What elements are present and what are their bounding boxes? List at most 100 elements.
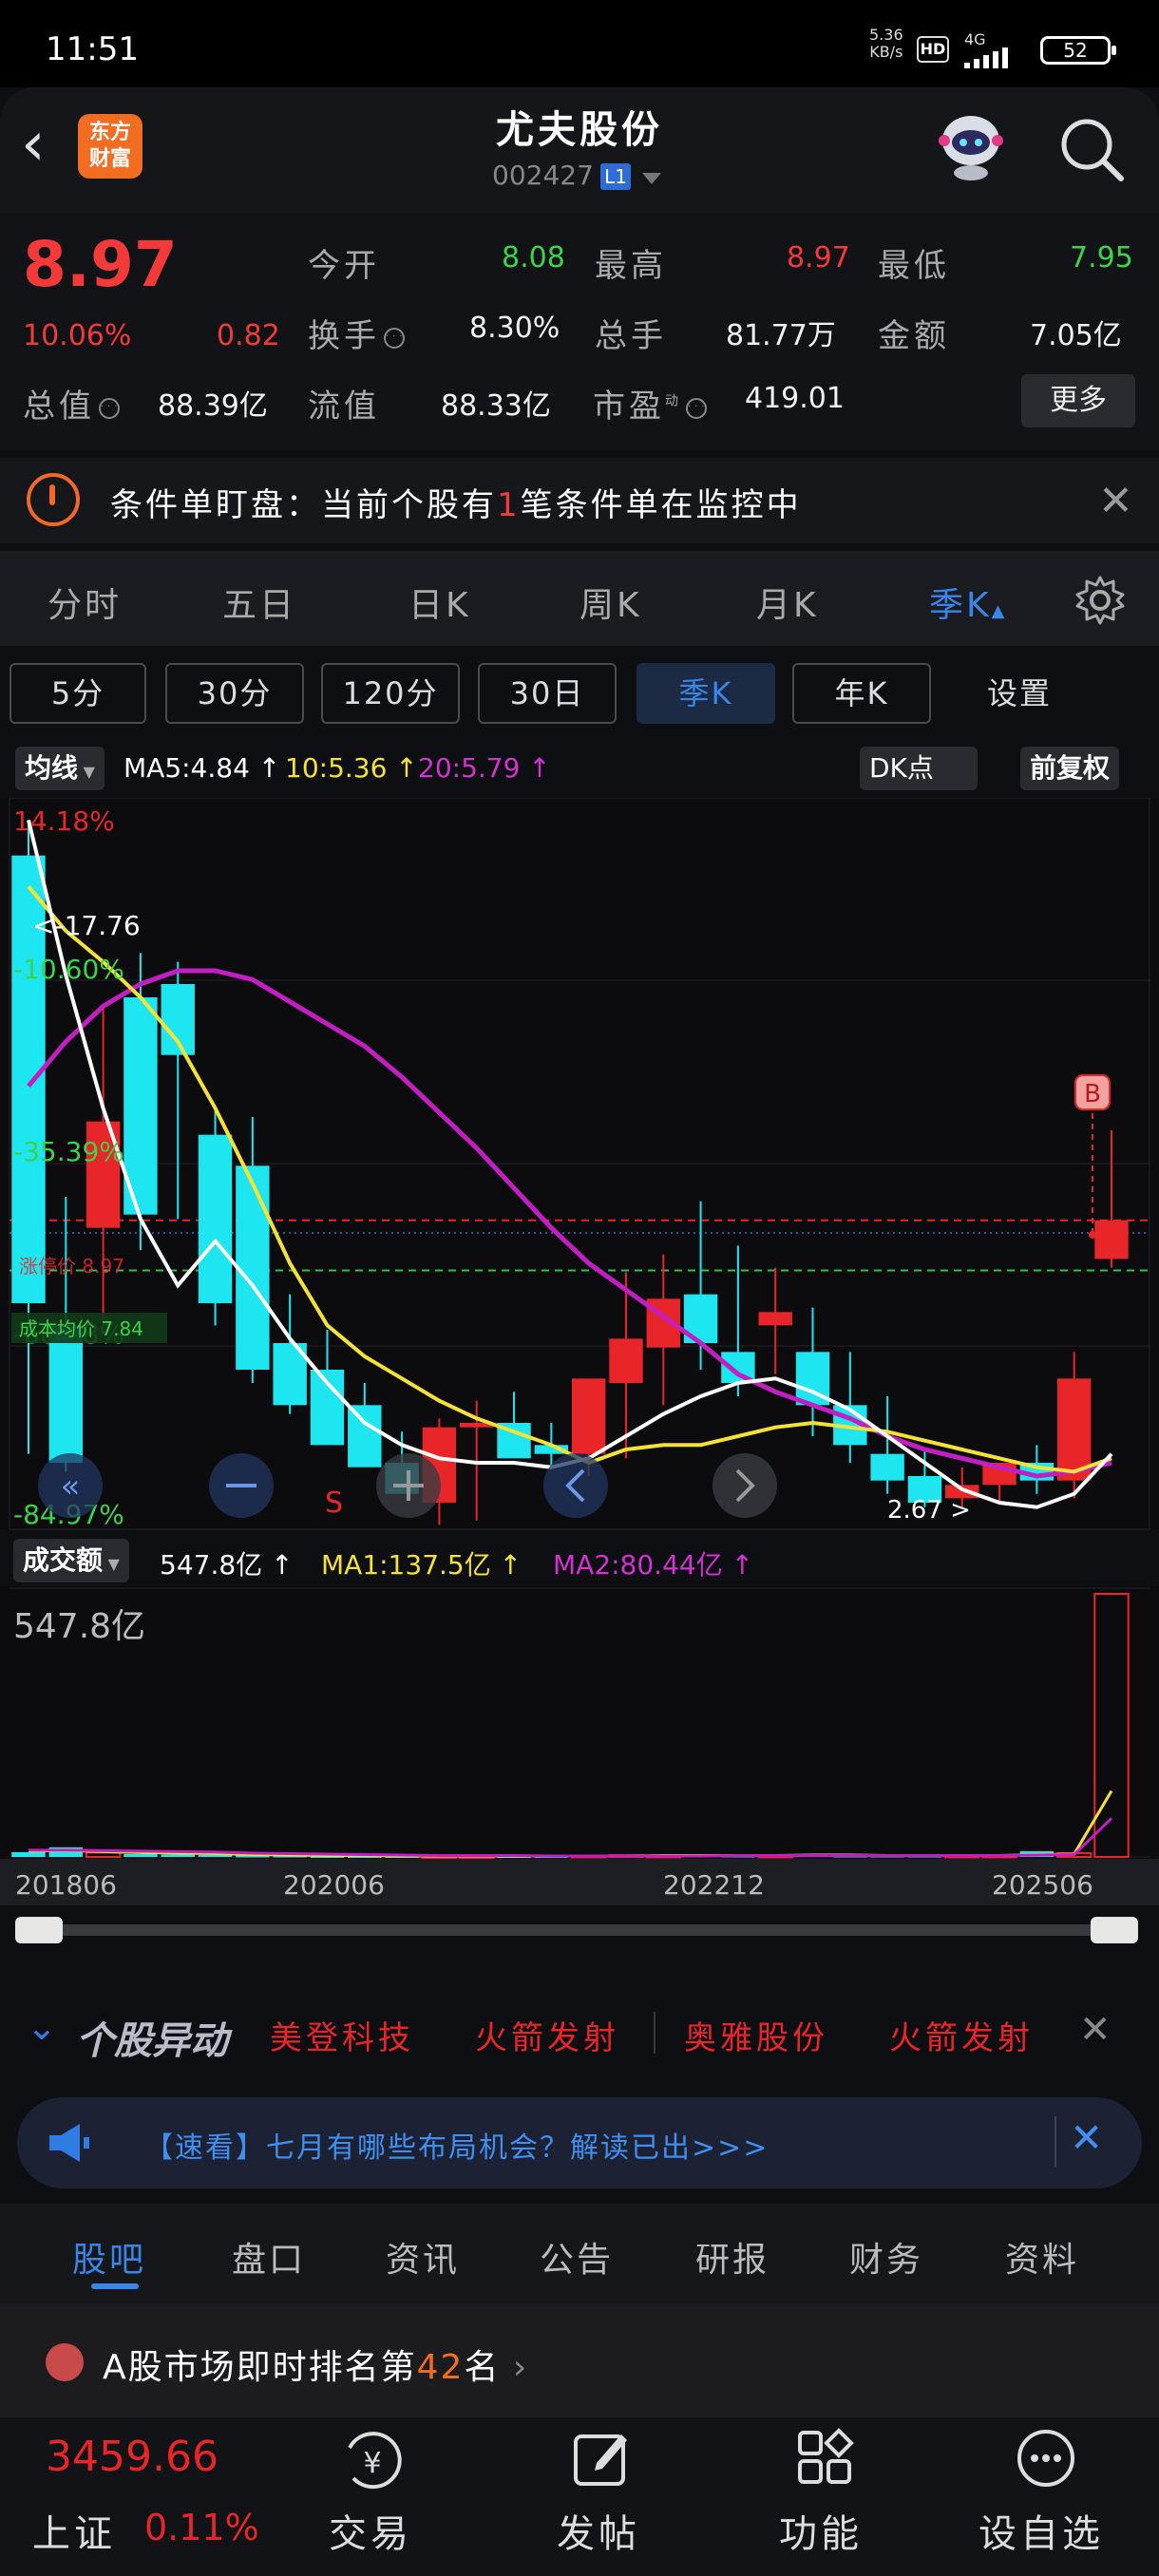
grid-icon — [798, 2428, 854, 2484]
candle-body[interactable] — [236, 1165, 270, 1370]
kline-chart[interactable]: 14.18% -10.60% -35.39% -60.18% -84.97% <… — [0, 798, 1159, 1866]
index-change[interactable]: 0.11% — [144, 2507, 259, 2548]
amount-label: 金额 — [878, 317, 950, 355]
candle-body[interactable] — [348, 1405, 382, 1468]
bottom-nav: 3459.66 上证 0.11% ¥ 交易 发帖 功能 设自选 — [0, 2417, 1159, 2576]
period-year[interactable]: 年K — [792, 663, 931, 724]
candle-body[interactable] — [1057, 1378, 1092, 1481]
scroll-left-button[interactable] — [543, 1453, 608, 1518]
tab-news[interactable]: 资讯 — [386, 2232, 460, 2282]
nav-trade[interactable]: 交易 — [329, 2503, 412, 2558]
tab-weekly-k[interactable]: 周K — [580, 578, 642, 627]
promo-banner[interactable]: 【速看】七月有哪些布局机会？解读已出>>> ✕ — [17, 2097, 1142, 2188]
change-percent: 10.06% — [23, 319, 132, 352]
low-value: 7.95 — [1070, 241, 1133, 275]
range-handle-left[interactable] — [15, 1917, 63, 1943]
x-label-2: 202006 — [283, 1869, 385, 1901]
index-value[interactable]: 3459.66 — [46, 2433, 218, 2481]
tab-intraday[interactable]: 分时 — [48, 578, 122, 627]
stock-code[interactable]: 002427 — [492, 160, 594, 191]
nav-post[interactable]: 发帖 — [557, 2503, 640, 2558]
candle-body[interactable] — [870, 1453, 904, 1481]
info-tabs: 股吧 盘口 资讯 公告 研报 财务 资料 — [0, 2204, 1159, 2303]
period-30min[interactable]: 30分 — [165, 663, 304, 724]
market-rank-strip[interactable]: A股市场即时排名第42名 › — [0, 2303, 1159, 2417]
nav-add-watchlist[interactable]: 设自选 — [978, 2503, 1104, 2558]
close-icon[interactable]: ✕ — [1098, 477, 1133, 525]
quote-panel: 8.97 10.06% 0.82 今开 8.08 最高 8.97 最低 7.95… — [0, 213, 1159, 450]
x-label-3: 202212 — [663, 1869, 765, 1901]
amount-ma1: MA1:137.5亿 ↑ — [321, 1549, 522, 1581]
range-slider[interactable] — [0, 1905, 1159, 1953]
tab-research[interactable]: 研报 — [695, 2232, 770, 2282]
ma-selector[interactable]: 均线 ▼ — [15, 747, 104, 790]
level-badge[interactable]: L1 — [600, 163, 631, 190]
gear-icon[interactable] — [1072, 572, 1129, 629]
condition-order-bar[interactable]: 条件单盯盘：当前个股有1笔条件单在监控中 ✕ — [0, 458, 1159, 543]
tab-finance[interactable]: 财务 — [849, 2232, 923, 2282]
double-chevron-left-icon: « — [61, 1468, 81, 1506]
candle-body[interactable] — [198, 1134, 233, 1303]
tab-panko[interactable]: 盘口 — [232, 2232, 306, 2282]
movement-label: 个股异动 — [76, 2019, 228, 2063]
nav-function[interactable]: 功能 — [779, 2503, 863, 2558]
low-label: 最低 — [878, 247, 950, 285]
close-icon[interactable]: ✕ — [1070, 2114, 1103, 2161]
amount-bar — [11, 1851, 46, 1857]
amount-bar — [161, 1854, 195, 1857]
volume-axis-top: 547.8亿 — [13, 1607, 145, 1646]
movement-item-2[interactable]: 火箭发射 — [475, 2012, 619, 2058]
dropdown-icon[interactable] — [642, 173, 661, 184]
stock-header: ‹ 东方 财富 尤夫股份 002427 L1 — [0, 87, 1159, 213]
candle-body[interactable] — [571, 1378, 606, 1454]
turnover-label: 换手 ··· — [308, 317, 407, 355]
period-30day[interactable]: 30日 — [478, 663, 617, 724]
candle-body[interactable] — [609, 1338, 643, 1383]
period-settings[interactable]: 设置 — [950, 663, 1089, 724]
battery-icon: 52 — [1040, 36, 1116, 65]
edit-icon — [574, 2434, 627, 2486]
movement-item-1[interactable]: 美登科技 — [270, 2012, 414, 2058]
x-label-1: 201806 — [15, 1869, 117, 1901]
candle-body[interactable] — [1094, 1220, 1129, 1260]
search-icon[interactable] — [1054, 112, 1130, 188]
tab-five-day[interactable]: 五日 — [222, 578, 296, 627]
movement-item-3[interactable]: 奥雅股份 — [684, 2012, 828, 2058]
power-icon — [27, 473, 80, 526]
info-icon: ··· — [384, 327, 405, 349]
dk-point-selector[interactable]: DK点 — [860, 747, 978, 790]
close-icon[interactable]: ✕ — [1079, 2008, 1112, 2052]
chevron-down-icon[interactable]: ⌄ — [27, 2006, 57, 2048]
scroll-right-button[interactable] — [712, 1453, 777, 1518]
open-value: 8.08 — [502, 241, 565, 275]
high-value: 8.97 — [787, 241, 850, 275]
tab-quarterly-k[interactable]: 季K▲ — [929, 578, 1007, 627]
candle-body[interactable] — [758, 1312, 792, 1326]
stock-movement-strip: ⌄ 个股异动 美登科技 火箭发射 奥雅股份 火箭发射 ✕ — [0, 1991, 1159, 2074]
range-handle-right[interactable] — [1091, 1917, 1138, 1943]
tab-guba[interactable]: 股吧 — [72, 2232, 146, 2282]
period-120min[interactable]: 120分 — [321, 663, 460, 724]
period-quarter[interactable]: 季K — [636, 663, 775, 724]
tab-daily-k[interactable]: 日K — [408, 578, 471, 627]
float-label: 流值 — [308, 388, 380, 426]
rank-text: A股市场即时排名第42名 › — [103, 2348, 529, 2387]
ma5-value: MA5:4.84 ↑ — [124, 752, 281, 784]
robot-assistant-icon[interactable] — [931, 104, 1011, 184]
mcap-label: 总值 ··· — [23, 388, 122, 426]
movement-item-4[interactable]: 火箭发射 — [889, 2012, 1034, 2058]
min-price-marker: 2.67 > — [887, 1496, 971, 1525]
more-button[interactable]: 更多 — [1021, 374, 1135, 427]
tab-announcements[interactable]: 公告 — [540, 2232, 614, 2282]
adjust-selector[interactable]: 前复权 — [1020, 747, 1120, 790]
tab-profile[interactable]: 资料 — [1005, 2232, 1079, 2282]
amount-selector[interactable]: 成交额 ▼ — [13, 1539, 129, 1582]
sell-marker: S — [325, 1487, 343, 1520]
volume-indicator-bar: 成交额 ▼ 547.8亿 ↑ MA1:137.5亿 ↑ MA2:80.44亿 ↑ — [0, 1529, 1159, 1586]
period-5min[interactable]: 5分 — [10, 663, 146, 724]
change-amount: 0.82 — [217, 319, 280, 352]
amount-bar — [124, 1853, 158, 1857]
pct-label-top: 14.18% — [13, 805, 115, 837]
tab-monthly-k[interactable]: 月K — [756, 578, 819, 627]
index-name[interactable]: 上证 — [32, 2503, 116, 2558]
